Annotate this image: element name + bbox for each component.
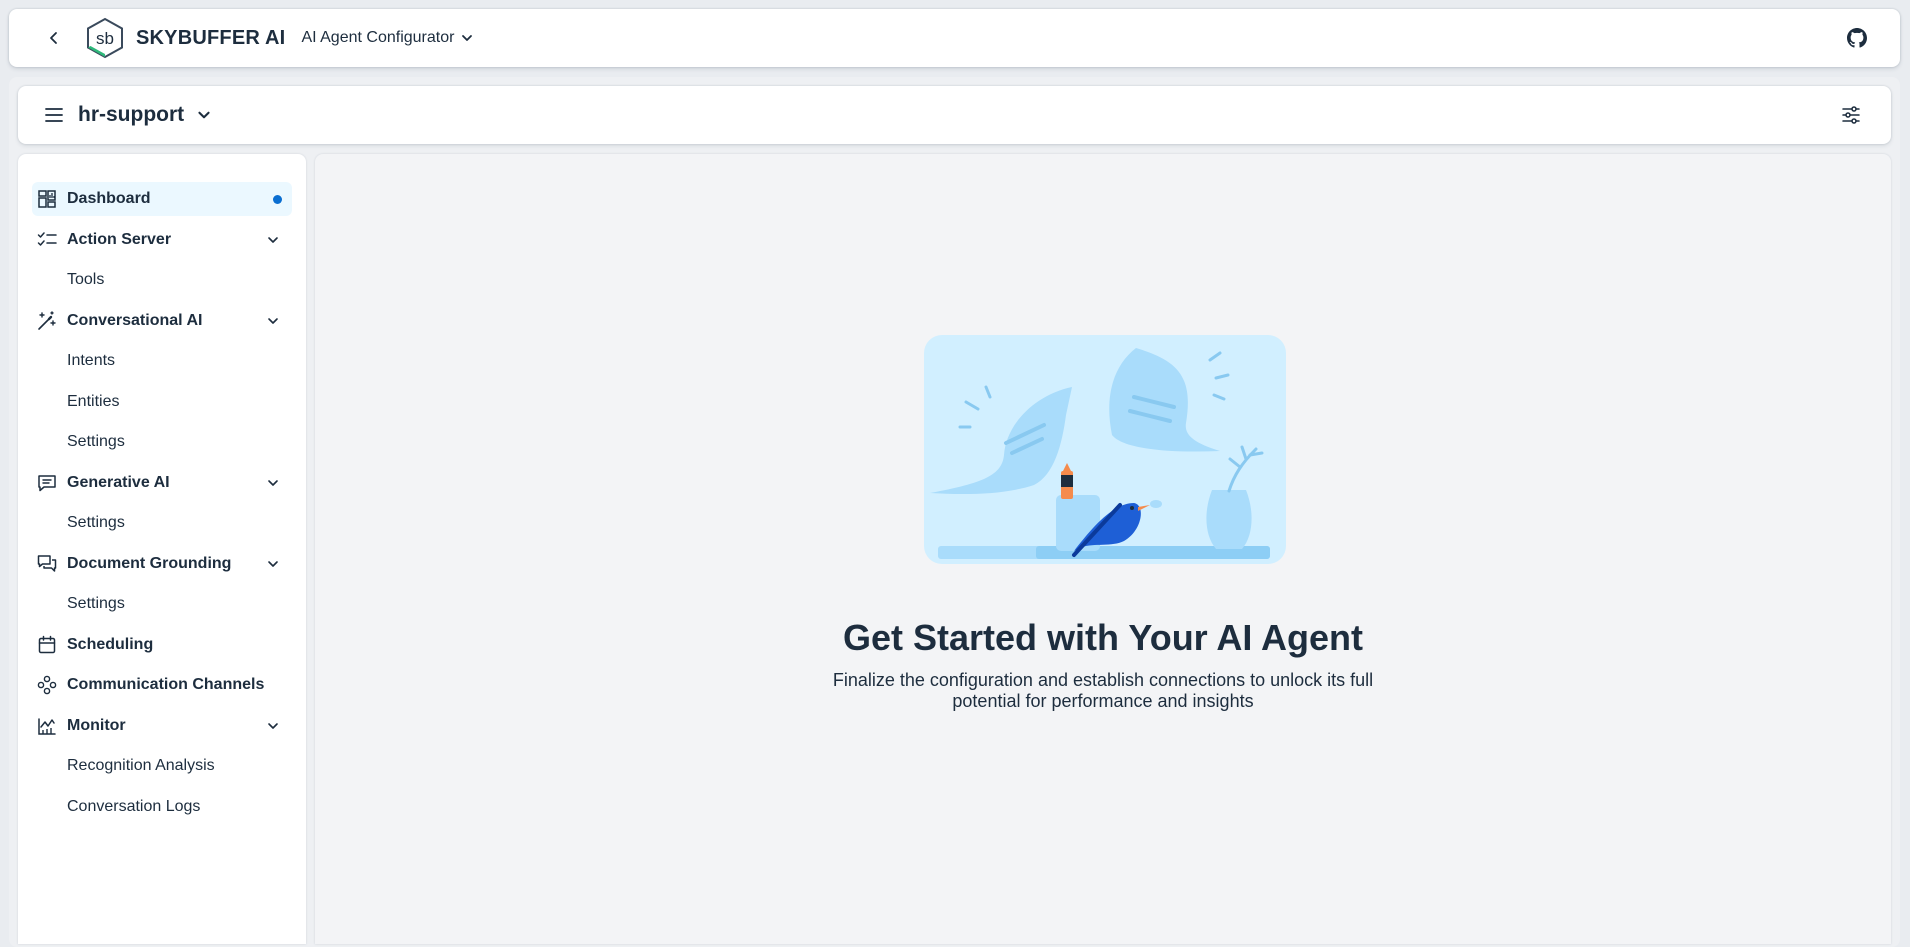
nav-item-label: Scheduling [67, 635, 154, 653]
back-arrow-icon [50, 32, 57, 44]
product-switcher-label: AI Agent Configurator [301, 29, 455, 46]
product-switcher[interactable]: AI Agent Configurator [301, 29, 474, 47]
workspace-switcher-button[interactable] [196, 107, 212, 123]
chat-icon [36, 472, 58, 494]
nav-subitem-label: Intents [67, 352, 116, 369]
nav-subitem-tools[interactable]: Tools [32, 263, 292, 297]
empty-state-illustration [924, 335, 1286, 564]
main-content: Get Started with Your AI Agent Finalize … [315, 154, 1891, 944]
empty-state-title: Get Started with Your AI Agent [842, 617, 1364, 658]
nav-subitem-generative-settings[interactable]: Settings [32, 506, 292, 540]
nav-item-label: Conversational AI [67, 311, 203, 329]
nav-item-label: Action Server [67, 230, 172, 248]
nav-item-monitor[interactable]: Monitor [32, 709, 292, 743]
dashboard-icon [36, 188, 58, 210]
nav-item-conversational-ai[interactable]: Conversational AI [32, 304, 292, 338]
chevron-down-icon [198, 111, 210, 119]
chevron-down-icon[interactable] [264, 474, 282, 492]
nav-item-scheduling[interactable]: Scheduling [32, 628, 292, 662]
nav-item-action-server[interactable]: Action Server [32, 223, 292, 257]
workspace-title: hr-support [78, 103, 185, 126]
empty-state-description: Finalize the configuration and establish… [832, 670, 1374, 711]
nav-subitem-label: Recognition Analysis [67, 757, 215, 774]
line-chart-icon [36, 715, 58, 737]
discussion-icon [36, 553, 58, 575]
nav-subitem-conversational-settings[interactable]: Settings [32, 425, 292, 459]
calendar-icon [36, 634, 58, 656]
github-button[interactable] [1840, 21, 1874, 55]
sliders-icon [1842, 106, 1860, 124]
workspace-header: hr-support [18, 86, 1891, 144]
nav-item-label: Generative AI [67, 473, 170, 491]
nav-list: Dashboard Action Server Tools Conversati… [32, 182, 292, 830]
nav-subitem-label: Settings [67, 595, 125, 612]
network-icon [36, 674, 58, 696]
nav-subitem-recognition-analysis[interactable]: Recognition Analysis [32, 749, 292, 783]
nav-subitem-label: Conversation Logs [67, 797, 201, 815]
chevron-down-icon[interactable] [264, 312, 282, 330]
menu-toggle-button[interactable] [36, 97, 72, 133]
nav-item-generative-ai[interactable]: Generative AI [32, 466, 292, 500]
selected-indicator [273, 195, 282, 204]
checklist-icon [36, 229, 58, 251]
nav-subitem-grounding-settings[interactable]: Settings [32, 587, 292, 621]
chevron-down-icon [462, 35, 473, 41]
nav-subitem-label: Tools [67, 271, 105, 288]
nav-item-communication-channels[interactable]: Communication Channels [32, 668, 292, 702]
hamburger-menu-icon [45, 108, 63, 122]
nav-subitem-label: Entities [67, 392, 120, 410]
nav-subitem-intents[interactable]: Intents [32, 344, 292, 378]
chevron-down-icon[interactable] [264, 717, 282, 735]
nav-item-label: Communication Channels [67, 676, 265, 693]
chevron-down-icon[interactable] [264, 555, 282, 573]
svg-text:sb: sb [96, 29, 114, 48]
brand-name: SKYBUFFER AI [136, 26, 286, 49]
nav-item-label: Document Grounding [67, 554, 232, 572]
view-settings-button[interactable] [1833, 97, 1869, 133]
nav-item-document-grounding[interactable]: Document Grounding [32, 547, 292, 581]
nav-subitem-conversation-logs[interactable]: Conversation Logs [32, 790, 292, 824]
shell-bar: sb SKYBUFFER AI AI Agent Configurator [9, 9, 1900, 67]
github-icon [1847, 28, 1867, 48]
nav-item-dashboard[interactable]: Dashboard [32, 182, 292, 216]
magic-wand-icon [36, 310, 58, 332]
nav-subitem-label: Settings [67, 514, 125, 531]
chevron-down-icon[interactable] [264, 231, 282, 249]
back-button[interactable] [34, 18, 74, 58]
nav-item-label: Dashboard [67, 190, 151, 207]
nav-subitem-label: Settings [67, 433, 125, 450]
nav-item-label: Monitor [67, 716, 126, 734]
company-logo[interactable]: sb [84, 17, 126, 59]
side-navigation: Dashboard Action Server Tools Conversati… [18, 154, 306, 944]
nav-subitem-entities[interactable]: Entities [32, 385, 292, 419]
